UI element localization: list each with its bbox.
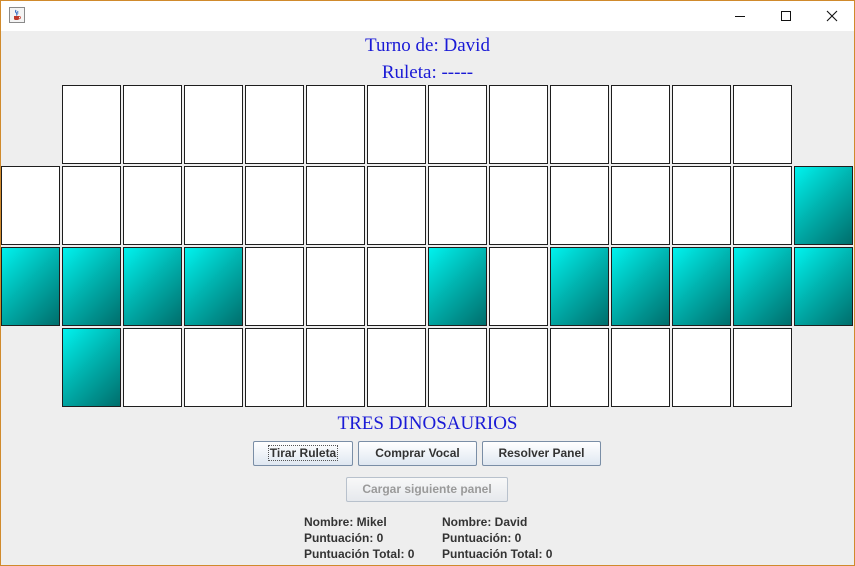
board-cell-hidden — [306, 166, 365, 245]
board-cell-hidden — [62, 85, 121, 164]
board-cell-hidden — [550, 166, 609, 245]
board-cell-hidden — [367, 328, 426, 407]
board-cell-used — [611, 247, 670, 326]
phrase-label: TRES DINOSAURIOS — [337, 413, 518, 434]
minimize-button[interactable] — [717, 1, 763, 31]
board-cell-hidden — [184, 328, 243, 407]
solve-panel-button[interactable]: Resolver Panel — [482, 441, 601, 466]
board-cell-hidden — [428, 166, 487, 245]
board-cell-hidden — [367, 247, 426, 326]
board-cell-hidden — [367, 166, 426, 245]
maximize-icon — [781, 11, 791, 21]
spin-wheel-label: Tirar Ruleta — [267, 445, 339, 461]
board-cell-hidden — [428, 85, 487, 164]
board-cell-hidden — [733, 328, 792, 407]
board-cell-used — [1, 247, 60, 326]
board-cell-used — [62, 328, 121, 407]
buy-vowel-button[interactable]: Comprar Vocal — [358, 441, 477, 466]
player-1-info: Nombre: Mikel Puntuación: 0 Puntuación T… — [304, 514, 414, 562]
board-cell-hidden — [611, 85, 670, 164]
turn-label: Turno de: David — [365, 35, 490, 56]
load-next-panel-button[interactable]: Cargar siguiente panel — [346, 477, 508, 502]
board-cell-hidden — [611, 166, 670, 245]
board-cell-used — [123, 247, 182, 326]
player-2-info: Nombre: David Puntuación: 0 Puntuación T… — [442, 514, 552, 562]
player-1-name: Nombre: Mikel — [304, 515, 387, 529]
close-button[interactable] — [809, 1, 854, 31]
player-2-score: Puntuación: 0 — [442, 531, 522, 545]
board-cell-used — [733, 247, 792, 326]
board-cell-hidden — [550, 85, 609, 164]
board-cell-hidden — [489, 328, 548, 407]
board-cell-hidden — [428, 328, 487, 407]
board-cell-hidden — [550, 328, 609, 407]
board-cell-hidden — [306, 328, 365, 407]
board-cell-used — [672, 247, 731, 326]
board-cell-hidden — [733, 85, 792, 164]
board-cell-used — [62, 247, 121, 326]
close-icon — [826, 10, 838, 22]
board-cell-hidden — [123, 166, 182, 245]
board-cell-hidden — [62, 166, 121, 245]
wheel-label: Ruleta: ----- — [381, 62, 474, 83]
board-cell-hidden — [672, 85, 731, 164]
board-cell-hidden — [123, 85, 182, 164]
board-cell-hidden — [611, 328, 670, 407]
board-cell-hidden — [184, 166, 243, 245]
board-cell-hidden — [1, 166, 60, 245]
board-cell-hidden — [489, 166, 548, 245]
board-cell-hidden — [245, 166, 304, 245]
board-cell-hidden — [245, 85, 304, 164]
board-cell-hidden — [367, 85, 426, 164]
board-cell-hidden — [489, 247, 548, 326]
board-cell-hidden — [306, 247, 365, 326]
title-bar[interactable] — [1, 1, 854, 31]
board-cell-hidden — [489, 85, 548, 164]
board-cell-hidden — [184, 85, 243, 164]
board-cell-hidden — [672, 328, 731, 407]
board-cell-hidden — [245, 247, 304, 326]
board-cell-hidden — [306, 85, 365, 164]
board-cell-hidden — [672, 166, 731, 245]
board-cell-used — [428, 247, 487, 326]
board-cell-used — [184, 247, 243, 326]
player-1-total: Puntuación Total: 0 — [304, 547, 415, 561]
board-cell-used — [550, 247, 609, 326]
player-2-name: Nombre: David — [442, 515, 528, 529]
board-cell-hidden — [245, 328, 304, 407]
minimize-icon — [735, 16, 745, 17]
spin-wheel-button[interactable]: Tirar Ruleta — [253, 441, 353, 466]
maximize-button[interactable] — [763, 1, 809, 31]
player-2-total: Puntuación Total: 0 — [442, 547, 553, 561]
board-cell-hidden — [733, 166, 792, 245]
app-window: Turno de: David Ruleta: ----- TRES DINOS… — [0, 0, 855, 566]
letter-board — [1, 85, 854, 411]
java-coffee-icon[interactable] — [9, 7, 25, 23]
board-cell-hidden — [123, 328, 182, 407]
player-1-score: Puntuación: 0 — [304, 531, 384, 545]
board-cell-used — [794, 166, 853, 245]
board-cell-used — [794, 247, 853, 326]
